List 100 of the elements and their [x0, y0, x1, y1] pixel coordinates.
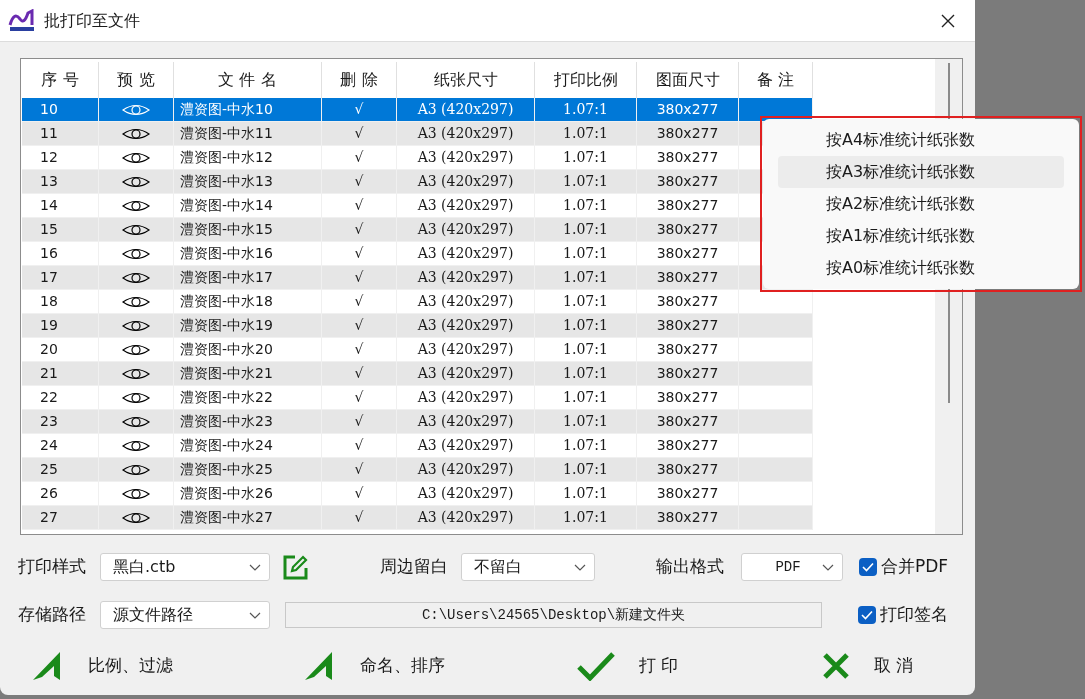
menu-item[interactable]: 按A0标准统计纸张数 — [778, 252, 1064, 284]
menu-item[interactable]: 按A3标准统计纸张数 — [778, 156, 1064, 188]
eye-icon[interactable] — [122, 271, 150, 284]
eye-icon[interactable] — [122, 439, 150, 452]
menu-item[interactable]: 按A2标准统计纸张数 — [778, 188, 1064, 220]
table-cell: 1.07:1 — [535, 194, 637, 218]
eye-icon[interactable] — [122, 511, 150, 524]
path-field[interactable]: C:\Users\24565\Desktop\新建文件夹 — [285, 602, 822, 628]
table-cell: A3 (420x297) — [397, 122, 535, 146]
eye-icon[interactable] — [122, 319, 150, 332]
delete-mark[interactable]: √ — [322, 218, 397, 242]
table-cell: 380x277 — [637, 170, 739, 194]
dropdown[interactable]: 黑白.ctb — [100, 553, 270, 581]
table-cell: 澧资图-中水13 — [174, 170, 322, 194]
delete-mark[interactable]: √ — [322, 242, 397, 266]
delete-mark[interactable]: √ — [322, 170, 397, 194]
delete-mark[interactable]: √ — [322, 266, 397, 290]
eye-icon[interactable] — [122, 175, 150, 188]
eye-icon[interactable] — [122, 367, 150, 380]
action-button[interactable]: 取 消 — [822, 649, 962, 683]
table-cell: A3 (420x297) — [397, 266, 535, 290]
table-cell: 澧资图-中水11 — [174, 122, 322, 146]
table-cell: 1.07:1 — [535, 482, 637, 506]
close-icon[interactable] — [941, 13, 955, 28]
table-cell: 380x277 — [637, 434, 739, 458]
table-cell: 24 — [22, 434, 99, 458]
delete-mark[interactable]: √ — [322, 98, 397, 122]
table-cell: 13 — [22, 170, 99, 194]
table-cell: A3 (420x297) — [397, 434, 535, 458]
table-cell: 380x277 — [637, 314, 739, 338]
checkbox[interactable] — [859, 558, 877, 576]
check-icon — [577, 651, 615, 681]
delete-mark[interactable]: √ — [322, 362, 397, 386]
dropdown[interactable]: 不留白 — [461, 553, 595, 581]
table-cell: 22 — [22, 386, 99, 410]
table-cell: 380x277 — [637, 242, 739, 266]
eye-icon[interactable] — [122, 127, 150, 140]
table-cell: 1.07:1 — [535, 170, 637, 194]
delete-mark[interactable]: √ — [322, 338, 397, 362]
table-cell: A3 (420x297) — [397, 506, 535, 530]
table-cell: 380x277 — [637, 122, 739, 146]
table-cell: 20 — [22, 338, 99, 362]
table-cell: 澧资图-中水26 — [174, 482, 322, 506]
table-cell: 澧资图-中水21 — [174, 362, 322, 386]
checkbox-label: 合并PDF — [881, 555, 949, 579]
table-cell: 澧资图-中水16 — [174, 242, 322, 266]
a-logo-icon — [304, 651, 334, 681]
table-cell: 380x277 — [637, 266, 739, 290]
table-cell: 10 — [22, 98, 99, 122]
delete-mark[interactable]: √ — [322, 194, 397, 218]
table-cell: 澧资图-中水25 — [174, 458, 322, 482]
action-button[interactable]: 比例、过滤 — [32, 649, 282, 683]
table-cell: A3 (420x297) — [397, 386, 535, 410]
table-cell: 380x277 — [637, 386, 739, 410]
delete-mark[interactable]: √ — [322, 410, 397, 434]
checkbox[interactable] — [858, 606, 876, 624]
delete-mark[interactable]: √ — [322, 122, 397, 146]
delete-mark[interactable]: √ — [322, 458, 397, 482]
table-cell: A3 (420x297) — [397, 146, 535, 170]
eye-icon[interactable] — [122, 247, 150, 260]
table-cell: 澧资图-中水12 — [174, 146, 322, 170]
table-cell: 澧资图-中水15 — [174, 218, 322, 242]
menu-item[interactable]: 按A4标准统计纸张数 — [778, 124, 1064, 156]
delete-mark[interactable]: √ — [322, 482, 397, 506]
table-cell: 380x277 — [637, 362, 739, 386]
edit-icon[interactable] — [283, 554, 308, 580]
field-label: 存储路径 — [18, 603, 87, 627]
table-cell: 21 — [22, 362, 99, 386]
checkbox-label: 打印签名 — [880, 603, 948, 627]
table-cell: 18 — [22, 290, 99, 314]
table-cell: 1.07:1 — [535, 98, 637, 122]
table-cell: 1.07:1 — [535, 386, 637, 410]
delete-mark[interactable]: √ — [322, 146, 397, 170]
field-label: 打印样式 — [18, 555, 87, 579]
eye-icon[interactable] — [122, 463, 150, 476]
eye-icon[interactable] — [122, 223, 150, 236]
action-button[interactable]: 打 印 — [577, 649, 807, 683]
eye-icon[interactable] — [122, 295, 150, 308]
table-cell: 1.07:1 — [535, 410, 637, 434]
eye-icon[interactable] — [122, 415, 150, 428]
eye-icon[interactable] — [122, 151, 150, 164]
dropdown[interactable]: 源文件路径 — [100, 601, 270, 629]
action-button[interactable]: 命名、排序 — [304, 649, 552, 683]
delete-mark[interactable]: √ — [322, 290, 397, 314]
table-cell: 11 — [22, 122, 99, 146]
eye-icon[interactable] — [122, 391, 150, 404]
table-cell: A3 (420x297) — [397, 338, 535, 362]
eye-icon[interactable] — [122, 487, 150, 500]
delete-mark[interactable]: √ — [322, 434, 397, 458]
eye-icon[interactable] — [122, 199, 150, 212]
table-cell: 澧资图-中水10 — [174, 98, 322, 122]
menu-item[interactable]: 按A1标准统计纸张数 — [778, 220, 1064, 252]
a-logo-icon — [32, 651, 62, 681]
eye-icon[interactable] — [122, 343, 150, 356]
delete-mark[interactable]: √ — [322, 506, 397, 530]
table-cell: 380x277 — [637, 458, 739, 482]
delete-mark[interactable]: √ — [322, 314, 397, 338]
delete-mark[interactable]: √ — [322, 386, 397, 410]
dropdown[interactable]: PDF — [741, 553, 843, 581]
table-cell: 380x277 — [637, 194, 739, 218]
